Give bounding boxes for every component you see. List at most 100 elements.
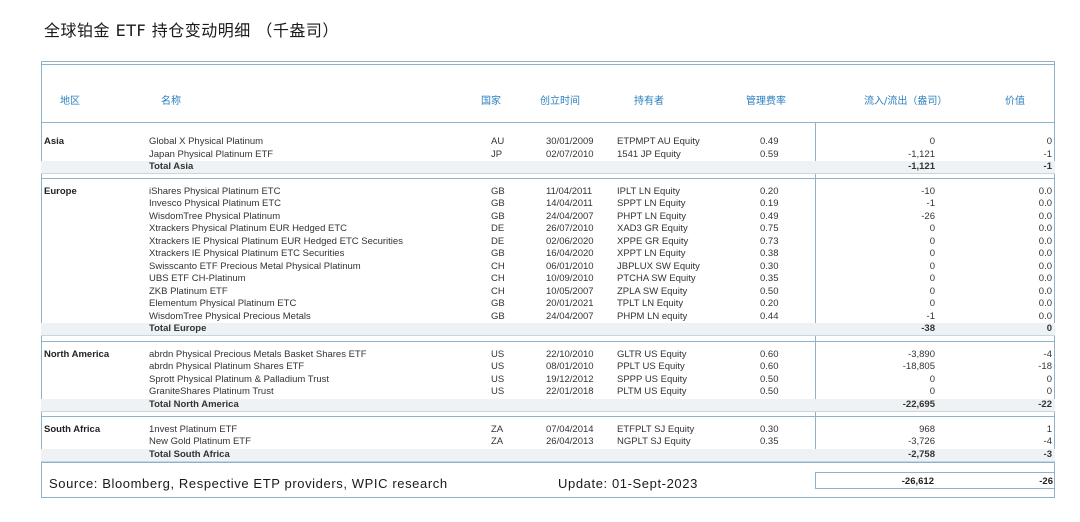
section-divider-europe — [41, 341, 1055, 342]
cell-flow: 0 — [929, 286, 935, 297]
cell-holder: SPPT LN Equity — [617, 198, 686, 209]
cell-value: 1 — [1046, 424, 1052, 435]
header-holder: 持有者 — [634, 96, 664, 107]
cell-name: GraniteShares Platinum Trust — [149, 386, 274, 397]
page-title: 全球铂金 ETF 持仓变动明细 （千盎司） — [44, 21, 339, 40]
cell-name: Total Asia — [149, 161, 194, 172]
table-row: Xtrackers Physical Platinum EUR Hedged E… — [41, 223, 1055, 235]
cell-name: New Gold Platinum ETF — [149, 436, 251, 447]
cell-holder: JBPLUX SW Equity — [617, 261, 700, 272]
header-flow: 流入/流出（盎司） — [864, 96, 948, 107]
cell-region: North America — [44, 349, 110, 360]
cell-country: DE — [491, 236, 505, 247]
cell-value: 0.0 — [1038, 186, 1052, 197]
cell-holder: PHPM LN equity — [617, 311, 688, 322]
cell-fee: 0.30 — [760, 424, 779, 435]
cell-name: Japan Physical Platinum ETF — [149, 149, 274, 160]
cell-flow: -3,890 — [908, 349, 935, 360]
cell-holder: ETPMPT AU Equity — [617, 136, 700, 147]
table-row: abrdn Physical Platinum Shares ETF US 08/0… — [41, 361, 1055, 373]
cell-name: Sprott Physical Platinum & Palladium Tru… — [149, 374, 330, 385]
cell-country: DE — [491, 223, 505, 234]
cell-fee: 0.20 — [760, 298, 779, 309]
cell-region: Asia — [44, 136, 65, 147]
header-name: 名称 — [161, 96, 181, 107]
cell-holder: PPLT US Equity — [617, 361, 685, 372]
cell-country: GB — [491, 311, 505, 322]
cell-country: GB — [491, 298, 505, 309]
cell-country: GB — [491, 248, 505, 259]
table-row: Japan Physical Platinum ETF JP 02/07/2010 1… — [41, 149, 1055, 161]
cell-value: 0.0 — [1038, 311, 1052, 322]
cell-region: South Africa — [44, 424, 101, 435]
cell-value: 0 — [1046, 386, 1052, 397]
header-fee: 管理费率 — [746, 96, 786, 107]
cell-flow: -18,805 — [902, 361, 935, 372]
cell-fee: 0.75 — [760, 223, 779, 234]
cell-flow: 0 — [929, 273, 935, 284]
source-note: Source: Bloomberg, Respective ETP provid… — [49, 476, 448, 491]
cell-fee: 0.44 — [760, 311, 779, 322]
cell-name: WisdomTree Physical Precious Metals — [149, 311, 311, 322]
cell-country: ZA — [491, 436, 504, 447]
cell-date: 24/04/2007 — [546, 311, 594, 322]
cell-flow: 0 — [929, 236, 935, 247]
section-divider-north-america — [41, 416, 1055, 417]
table-row: North America abrdn Physical Precious Met… — [41, 349, 1055, 361]
cell-value: 0.0 — [1038, 286, 1052, 297]
cell-date: 16/04/2020 — [546, 248, 594, 259]
cell-fee: 0.19 — [760, 198, 779, 209]
cell-country: CH — [491, 261, 505, 272]
cell-value: -1 — [1043, 161, 1052, 172]
cell-fee: 0.35 — [760, 436, 779, 447]
table-row: South Africa 1nvest Platinum ETF ZA 07/04/2… — [41, 424, 1055, 436]
cell-date: 19/12/2012 — [546, 374, 594, 385]
cell-name: abrdn Physical Platinum Shares ETF — [149, 361, 305, 372]
header-bottom-rule — [41, 122, 1055, 123]
table-row: WisdomTree Physical Precious Metals GB 24/… — [41, 311, 1055, 323]
table-row: Sprott Physical Platinum & Palladium Tru… — [41, 374, 1055, 386]
header-top-rule — [41, 64, 1055, 65]
cell-flow: -3,726 — [908, 436, 935, 447]
cell-holder: SPPP US Equity — [617, 374, 688, 385]
cell-flow: -1,121 — [908, 161, 935, 172]
cell-date: 06/01/2010 — [546, 261, 594, 272]
table-row: Asia Global X Physical Platinum AU 30/01/20… — [41, 136, 1055, 148]
cell-fee: 0.50 — [760, 374, 779, 385]
cell-date: 08/01/2010 — [546, 361, 594, 372]
total-row: Total Europe -38 0 — [41, 323, 1055, 336]
update-date: Update: 01-Sept-2023 — [558, 476, 698, 491]
table-row: Europe iShares Physical Platinum ETC GB 11/… — [41, 186, 1055, 198]
cell-value: 0.0 — [1038, 273, 1052, 284]
total-row: Total North America -22,695 -22 — [41, 399, 1055, 412]
cell-date: 02/07/2010 — [546, 149, 594, 160]
cell-name: WisdomTree Physical Platinum — [149, 211, 281, 222]
cell-fee: 0.50 — [760, 386, 779, 397]
cell-name: Elementum Physical Platinum ETC — [149, 298, 297, 309]
table-row: Xtrackers IE Physical Platinum ETC Secur… — [41, 248, 1055, 260]
cell-name: iShares Physical Platinum ETC — [149, 186, 281, 197]
cell-fee: 0.20 — [760, 186, 779, 197]
total-row: Total South Africa -2,758 -3 — [41, 449, 1055, 462]
cell-date: 07/04/2014 — [546, 424, 594, 435]
table-row: Invesco Physical Platinum ETC GB 14/04/201… — [41, 198, 1055, 210]
cell-date: 10/05/2007 — [546, 286, 594, 297]
cell-flow: -38 — [921, 323, 935, 334]
cell-flow: 0 — [929, 248, 935, 259]
cell-date: 02/06/2020 — [546, 236, 594, 247]
cell-fee: 0.60 — [760, 361, 779, 372]
cell-fee: 0.73 — [760, 236, 779, 247]
cell-country: CH — [491, 273, 505, 284]
cell-date: 20/01/2021 — [546, 298, 594, 309]
table-row: UBS ETF CH-Platinum CH 10/09/2010 PTCHA SW … — [41, 273, 1055, 285]
cell-value: -1 — [1043, 149, 1052, 160]
cell-name: 1nvest Platinum ETF — [149, 424, 238, 435]
cell-value: 0.0 — [1038, 261, 1052, 272]
cell-name: Total North America — [149, 399, 239, 410]
cell-date: 24/04/2007 — [546, 211, 594, 222]
cell-flow: -1 — [926, 311, 935, 322]
cell-fee: 0.59 — [760, 149, 779, 160]
cell-value: 0.0 — [1038, 198, 1052, 209]
cell-region: Europe — [44, 186, 77, 197]
cell-date: 14/04/2011 — [546, 198, 593, 209]
